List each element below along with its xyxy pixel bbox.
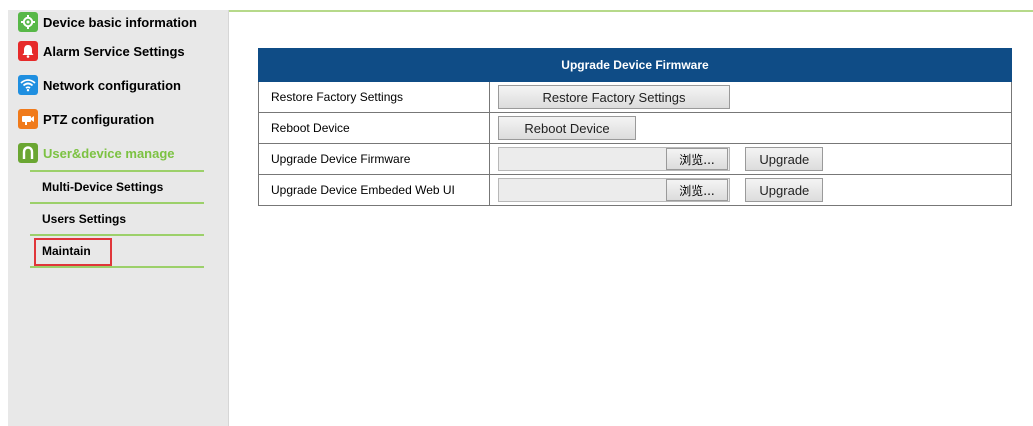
bell-icon [18,41,38,61]
row-label-upgrade-firmware: Upgrade Device Firmware [258,143,490,175]
sidebar-subitem-label: Users Settings [42,212,127,226]
sidebar-item-device-basic-information[interactable]: Device basic information [8,10,228,34]
upgrade-web-ui-button[interactable]: Upgrade [745,178,824,202]
row-control: 浏览... Upgrade [489,143,1012,175]
restore-factory-button[interactable]: Restore Factory Settings [498,85,730,109]
table-row: Restore Factory Settings Restore Factory… [258,81,1012,113]
sidebar-item-label: User&device manage [43,145,175,161]
selection-highlight [34,238,112,266]
sidebar-item-alarm-service-settings[interactable]: Alarm Service Settings [8,34,228,68]
sidebar-item-user-device-manage[interactable]: User&device manage [8,136,228,170]
sidebar-subitem-multi-device-settings[interactable]: Multi-Device Settings [30,170,204,202]
file-path-field[interactable] [499,148,666,170]
sidebar-item-label: Device basic information [43,14,197,30]
row-label-upgrade-web-ui: Upgrade Device Embeded Web UI [258,174,490,206]
gear-icon [18,12,38,32]
file-path-field[interactable] [499,179,666,201]
firmware-table-header: Upgrade Device Firmware [258,48,1012,82]
sidebar-subitem-label: Multi-Device Settings [42,180,164,194]
row-control: Restore Factory Settings [489,81,1012,113]
wifi-icon [18,75,38,95]
row-control: Reboot Device [489,112,1012,144]
sidebar-item-label: Network configuration [43,77,181,93]
table-row: Upgrade Device Embeded Web UI 浏览... Upgr… [258,174,1012,206]
table-row: Reboot Device Reboot Device [258,112,1012,144]
row-label-restore-factory: Restore Factory Settings [258,81,490,113]
browse-button[interactable]: 浏览... [666,179,728,201]
sidebar-item-label: PTZ configuration [43,111,155,127]
firmware-file-input[interactable]: 浏览... [498,147,730,171]
sidebar-item-ptz-configuration[interactable]: PTZ configuration [8,102,228,136]
sidebar-item-network-configuration[interactable]: Network configuration [8,68,228,102]
ptz-camera-icon [18,109,38,129]
reboot-device-button[interactable]: Reboot Device [498,116,636,140]
sidebar-subitem-maintain[interactable]: Maintain [30,234,204,268]
row-control: 浏览... Upgrade [489,174,1012,206]
sidebar-submenu: Multi-Device Settings Users Settings Mai… [8,170,228,268]
sidebar: Device basic information Alarm Service S… [8,10,229,426]
user-icon [18,143,38,163]
web-ui-file-input[interactable]: 浏览... [498,178,730,202]
table-row: Upgrade Device Firmware 浏览... Upgrade [258,143,1012,175]
browse-button[interactable]: 浏览... [666,148,728,170]
upgrade-firmware-button[interactable]: Upgrade [745,147,824,171]
row-label-reboot: Reboot Device [258,112,490,144]
sidebar-item-label: Alarm Service Settings [43,43,185,59]
firmware-table: Upgrade Device Firmware Restore Factory … [258,48,1012,206]
sidebar-subitem-users-settings[interactable]: Users Settings [30,202,204,234]
top-divider [228,10,1033,12]
